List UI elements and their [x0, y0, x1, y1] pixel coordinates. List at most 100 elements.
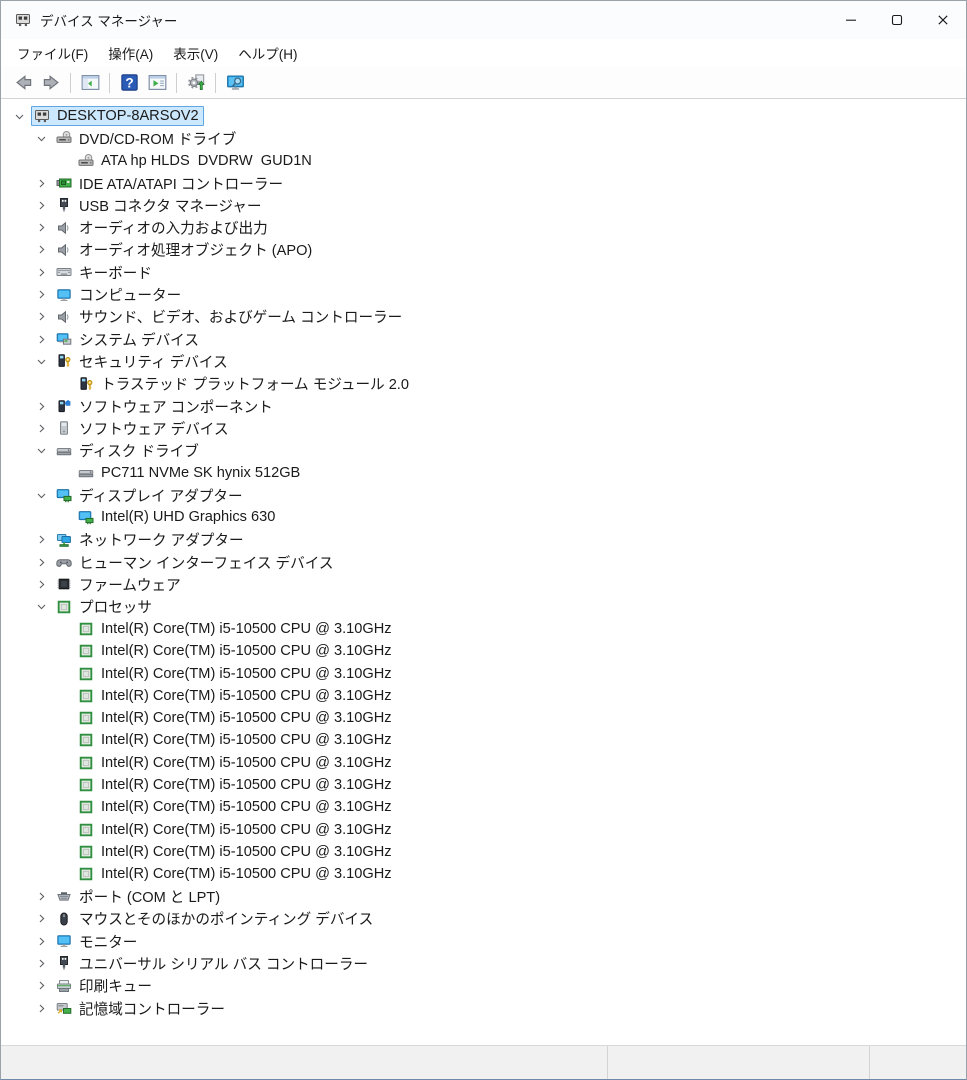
chevron-right-icon[interactable]	[29, 529, 53, 551]
tree-item-label: Intel(R) Core(TM) i5-10500 CPU @ 3.10GHz	[101, 754, 392, 771]
tree-item[interactable]: Intel(R) Core(TM) i5-10500 CPU @ 3.10GHz	[1, 841, 966, 863]
tree-item[interactable]: ディスプレイ アダプター	[1, 484, 966, 506]
tree-item[interactable]: Intel(R) Core(TM) i5-10500 CPU @ 3.10GHz	[1, 863, 966, 885]
tree-item[interactable]: オーディオの入力および出力	[1, 216, 966, 238]
chevron-right-icon[interactable]	[29, 328, 53, 350]
chevron-right-icon[interactable]	[29, 284, 53, 306]
tree-item[interactable]: ファームウェア	[1, 573, 966, 595]
processor-chip-icon	[56, 599, 72, 615]
tree-item[interactable]: Intel(R) Core(TM) i5-10500 CPU @ 3.10GHz	[1, 796, 966, 818]
tree-item[interactable]: PC711 NVMe SK hynix 512GB	[1, 462, 966, 484]
close-button[interactable]	[920, 1, 966, 39]
chevron-down-icon[interactable]	[29, 127, 53, 149]
properties-button[interactable]	[143, 70, 171, 96]
tree-item[interactable]: USB コネクタ マネージャー	[1, 194, 966, 216]
tree-item[interactable]: ATA hp HLDS DVDRW GUD1N	[1, 150, 966, 172]
tree-item[interactable]: Intel(R) Core(TM) i5-10500 CPU @ 3.10GHz	[1, 618, 966, 640]
tree-item[interactable]: Intel(R) Core(TM) i5-10500 CPU @ 3.10GHz	[1, 707, 966, 729]
show-console-tree-button[interactable]	[76, 70, 104, 96]
help-button[interactable]	[115, 70, 143, 96]
remote-computer-button[interactable]	[221, 70, 249, 96]
chevron-right-icon[interactable]	[29, 306, 53, 328]
tree-item[interactable]: Intel(R) Core(TM) i5-10500 CPU @ 3.10GHz	[1, 640, 966, 662]
chevron-right-icon[interactable]	[29, 573, 53, 595]
chevron-down-icon[interactable]	[29, 596, 53, 618]
tree-node: Intel(R) Core(TM) i5-10500 CPU @ 3.10GHz	[75, 797, 397, 817]
chevron-down-icon[interactable]	[29, 350, 53, 372]
printer-icon	[56, 978, 72, 994]
disk-drive-icon	[56, 443, 72, 459]
tree-item-selected[interactable]: DESKTOP-8ARSOV2	[1, 105, 966, 127]
chevron-right-icon[interactable]	[29, 551, 53, 573]
tree-item[interactable]: ヒューマン インターフェイス デバイス	[1, 551, 966, 573]
chevron-right-icon[interactable]	[29, 172, 53, 194]
tree-item[interactable]: IDE ATA/ATAPI コントローラー	[1, 172, 966, 194]
tree-item[interactable]: マウスとそのほかのポインティング デバイス	[1, 908, 966, 930]
chevron-down-icon[interactable]	[29, 484, 53, 506]
tree-item[interactable]: Intel(R) Core(TM) i5-10500 CPU @ 3.10GHz	[1, 729, 966, 751]
tree-node: Intel(R) Core(TM) i5-10500 CPU @ 3.10GHz	[75, 820, 397, 840]
chevron-right-icon[interactable]	[29, 886, 53, 908]
chevron-right-icon[interactable]	[29, 997, 53, 1019]
tree-item[interactable]: Intel(R) Core(TM) i5-10500 CPU @ 3.10GHz	[1, 662, 966, 684]
tree-item-label: Intel(R) Core(TM) i5-10500 CPU @ 3.10GHz	[101, 821, 392, 838]
properties-icon	[148, 73, 167, 92]
chevron-right-icon[interactable]	[29, 417, 53, 439]
hid-device-icon	[56, 554, 72, 570]
tree-item-label: プロセッサ	[79, 600, 152, 617]
tree-item-label: Intel(R) UHD Graphics 630	[101, 509, 276, 526]
tree-item[interactable]: システム デバイス	[1, 328, 966, 350]
scan-hardware-changes-button[interactable]	[182, 70, 210, 96]
menu-view[interactable]: 表示(V)	[163, 40, 228, 66]
tree-item[interactable]: Intel(R) Core(TM) i5-10500 CPU @ 3.10GHz	[1, 752, 966, 774]
chevron-right-icon[interactable]	[29, 261, 53, 283]
chevron-right-icon[interactable]	[29, 975, 53, 997]
tree-item[interactable]: オーディオ処理オブジェクト (APO)	[1, 239, 966, 261]
tree-item[interactable]: ソフトウェア コンポーネント	[1, 395, 966, 417]
tree-node: Intel(R) Core(TM) i5-10500 CPU @ 3.10GHz	[75, 775, 397, 795]
tree-item[interactable]: Intel(R) Core(TM) i5-10500 CPU @ 3.10GHz	[1, 774, 966, 796]
chevron-right-icon[interactable]	[29, 194, 53, 216]
tree-node: マウスとそのほかのポインティング デバイス	[53, 906, 378, 931]
tree-item[interactable]: コンピューター	[1, 283, 966, 305]
device-tree: DESKTOP-8ARSOV2 DVD/CD-ROM ドライブ ATA hp H…	[1, 99, 966, 1045]
chevron-right-icon[interactable]	[29, 930, 53, 952]
tree-item[interactable]: モニター	[1, 930, 966, 952]
status-panel	[1, 1046, 607, 1079]
tree-item[interactable]: プロセッサ	[1, 596, 966, 618]
minimize-button[interactable]	[828, 1, 874, 39]
tree-item[interactable]: セキュリティ デバイス	[1, 350, 966, 372]
tree-item[interactable]: Intel(R) Core(TM) i5-10500 CPU @ 3.10GHz	[1, 685, 966, 707]
menu-action[interactable]: 操作(A)	[98, 40, 163, 66]
tree-item[interactable]: Intel(R) Core(TM) i5-10500 CPU @ 3.10GHz	[1, 819, 966, 841]
menu-help[interactable]: ヘルプ(H)	[228, 40, 307, 66]
tree-item[interactable]: キーボード	[1, 261, 966, 283]
tree-item-label: Intel(R) Core(TM) i5-10500 CPU @ 3.10GHz	[101, 643, 392, 660]
chevron-right-icon[interactable]	[29, 239, 53, 261]
tree-item[interactable]: ネットワーク アダプター	[1, 529, 966, 551]
tree-item[interactable]: ポート (COM と LPT)	[1, 885, 966, 907]
tree-item[interactable]: 記憶域コントローラー	[1, 997, 966, 1019]
security-device-icon	[56, 353, 72, 369]
tree-item-label: Intel(R) Core(TM) i5-10500 CPU @ 3.10GHz	[101, 866, 392, 883]
tree-item-label: セキュリティ デバイス	[79, 354, 228, 371]
tree-item[interactable]: 印刷キュー	[1, 975, 966, 997]
chevron-right-icon[interactable]	[29, 952, 53, 974]
chevron-right-icon[interactable]	[29, 217, 53, 239]
tree-item[interactable]: ソフトウェア デバイス	[1, 417, 966, 439]
chevron-down-icon[interactable]	[7, 105, 31, 127]
console-tree-icon	[81, 73, 100, 92]
maximize-button[interactable]	[874, 1, 920, 39]
tree-item[interactable]: ディスク ドライブ	[1, 439, 966, 461]
tree-item[interactable]: トラステッド プラットフォーム モジュール 2.0	[1, 373, 966, 395]
forward-button[interactable]	[37, 70, 65, 96]
tree-item[interactable]: ユニバーサル シリアル バス コントローラー	[1, 952, 966, 974]
chevron-right-icon[interactable]	[29, 908, 53, 930]
chevron-down-icon[interactable]	[29, 440, 53, 462]
tree-item[interactable]: DVD/CD-ROM ドライブ	[1, 127, 966, 149]
tree-item[interactable]: Intel(R) UHD Graphics 630	[1, 506, 966, 528]
tree-item[interactable]: サウンド、ビデオ、およびゲーム コントローラー	[1, 306, 966, 328]
menu-file[interactable]: ファイル(F)	[7, 40, 98, 66]
chevron-right-icon[interactable]	[29, 395, 53, 417]
back-button[interactable]	[9, 70, 37, 96]
